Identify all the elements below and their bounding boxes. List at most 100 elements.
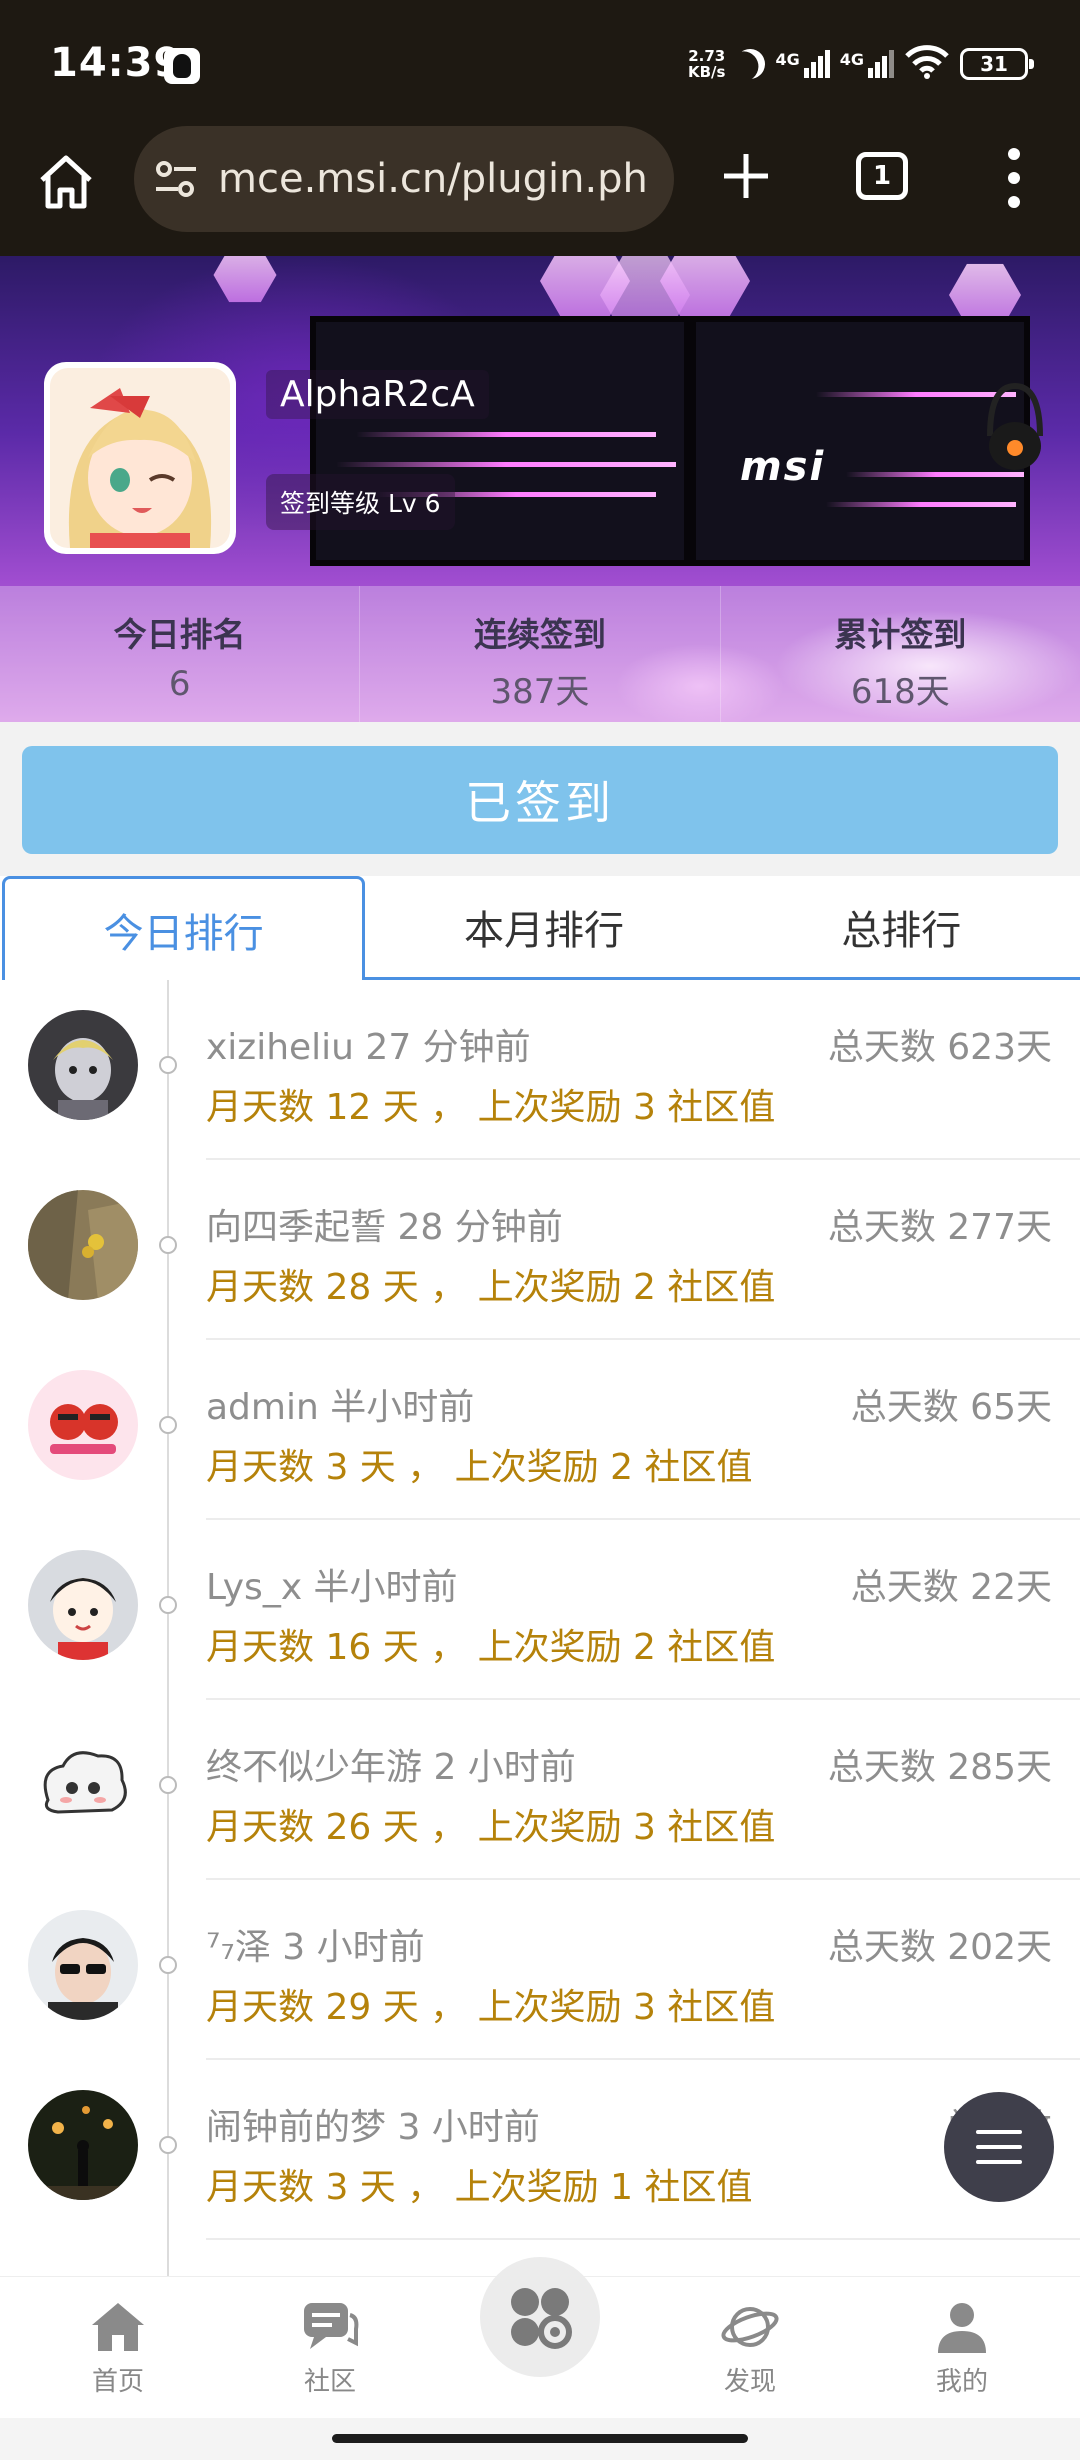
- qq-notification-icon: [164, 48, 200, 84]
- timeline-dot: [159, 1956, 177, 1974]
- list-item[interactable]: 闹钟前的梦 3 小时前 总天数 月天数 3 天 ， 上次奖励 1 社区值: [0, 2060, 1080, 2240]
- status-bar: 14:39 2.73 KB/s 4G 4G 31: [0, 0, 1080, 126]
- signal-icon-2: 4G: [840, 50, 894, 78]
- timeline-dot: [159, 1596, 177, 1614]
- new-tab-button[interactable]: [718, 148, 774, 204]
- nav-label: 社区: [303, 2367, 356, 2397]
- stat-today-rank: 今日排名 6: [0, 586, 361, 722]
- site-settings-icon[interactable]: [154, 159, 198, 199]
- row-name-time: 闹钟前的梦 3 小时前: [206, 2107, 540, 2148]
- stat-label: 累计签到: [834, 615, 967, 654]
- avatar[interactable]: [28, 1010, 138, 1120]
- row-month-reward: 月天数 3 天 ， 上次奖励 2 社区值: [206, 1447, 753, 1488]
- speed-unit: KB/s: [688, 63, 726, 81]
- network-type-1: 4G: [775, 50, 800, 69]
- list-item[interactable]: Lys_x 半小时前 总天数 22天 月天数 16 天 ， 上次奖励 2 社区值: [0, 1520, 1080, 1700]
- plus-icon: [724, 154, 768, 198]
- stat-value: 387天: [490, 672, 590, 712]
- divider: [206, 2238, 1080, 2240]
- network-speed: 2.73 KB/s: [688, 48, 725, 80]
- home-icon: [40, 155, 92, 209]
- row-month-reward: 月天数 26 天 ， 上次奖励 3 社区值: [206, 1807, 776, 1848]
- row-month-reward: 月天数 28 天 ， 上次奖励 2 社区值: [206, 1267, 776, 1308]
- nav-label: 我的: [935, 2367, 988, 2397]
- row-month-reward: 月天数 29 天 ， 上次奖励 3 社区值: [206, 1987, 776, 2028]
- row-total-days: 总天数 202天: [827, 1927, 1052, 1968]
- signed-in-button[interactable]: 已签到: [22, 746, 1058, 854]
- address-bar[interactable]: mce.msi.cn/plugin.ph: [134, 126, 674, 232]
- list-item[interactable]: admin 半小时前 总天数 65天 月天数 3 天 ， 上次奖励 2 社区值: [0, 1340, 1080, 1520]
- msi-logo: msi: [740, 444, 826, 490]
- home-icon: [92, 2303, 144, 2351]
- user-icon: [938, 2303, 986, 2353]
- avatar[interactable]: [28, 1730, 138, 1840]
- list-item[interactable]: 向四季起誓 28 分钟前 总天数 277天 月天数 28 天 ， 上次奖励 2 …: [0, 1160, 1080, 1340]
- row-total-days: 总天数 285天: [827, 1747, 1052, 1788]
- avatar[interactable]: [28, 1910, 138, 2020]
- stat-label: 今日排名: [113, 615, 246, 654]
- stat-value: 6: [168, 664, 191, 704]
- nav-label: 发现: [723, 2367, 776, 2397]
- chat-icon: [304, 2303, 359, 2349]
- bottom-navigation: 首页 社区 发现 我的: [0, 2257, 1080, 2418]
- do-not-disturb-icon: [731, 45, 769, 83]
- nav-community[interactable]: 社区: [270, 2299, 390, 2398]
- stat-consecutive: 连续签到 387天: [360, 586, 721, 722]
- nav-discover[interactable]: 发现: [690, 2299, 810, 2398]
- signal-icon: 4G: [775, 50, 830, 78]
- list-item[interactable]: 终不似少年游 2 小时前 总天数 285天 月天数 26 天 ， 上次奖励 3 …: [0, 1700, 1080, 1880]
- nav-profile[interactable]: 我的: [902, 2299, 1022, 2398]
- browser-toolbar: mce.msi.cn/plugin.ph 1: [0, 126, 1080, 256]
- nav-apps[interactable]: [480, 2257, 600, 2377]
- stat-value: 618天: [850, 672, 950, 712]
- profile-banner: msi AlphaR2cA 签到等级 Lv 6 今日排名 6 连续签到 387天…: [0, 256, 1080, 722]
- planet-icon: [721, 2307, 779, 2347]
- row-name-time: admin 半小时前: [206, 1387, 475, 1428]
- status-time: 14:39: [50, 40, 183, 86]
- gesture-bar: [0, 2418, 1080, 2460]
- list-item[interactable]: ⁷₇泽 3 小时前 总天数 202天 月天数 29 天 ， 上次奖励 3 社区值: [0, 1880, 1080, 2060]
- browser-home-button[interactable]: [34, 150, 98, 214]
- tab-month[interactable]: 本月排行: [365, 876, 723, 980]
- timeline-dot: [159, 1056, 177, 1074]
- nav-home[interactable]: 首页: [58, 2299, 178, 2398]
- username: AlphaR2cA: [266, 370, 489, 419]
- apps-icon: [511, 2288, 572, 2349]
- headphone-decoration: [987, 382, 1043, 470]
- network-type-2: 4G: [839, 50, 864, 69]
- timeline-dot: [159, 1236, 177, 1254]
- row-month-reward: 月天数 16 天 ， 上次奖励 2 社区值: [206, 1627, 776, 1668]
- row-name-time: 终不似少年游 2 小时前: [206, 1747, 576, 1788]
- row-total-days: 总天数 623天: [827, 1027, 1052, 1068]
- url-text[interactable]: mce.msi.cn/plugin.ph: [218, 156, 658, 202]
- timeline-dot: [159, 1416, 177, 1434]
- row-name-time: 向四季起誓 28 分钟前: [206, 1207, 563, 1248]
- status-indicators: 2.73 KB/s 4G 4G 31: [688, 44, 1034, 85]
- row-name-time: ⁷₇泽 3 小时前: [206, 1927, 425, 1968]
- avatar[interactable]: [28, 1190, 138, 1300]
- user-avatar[interactable]: [44, 362, 236, 554]
- ranking-list: xiziheliu 27 分钟前 总天数 623天 月天数 12 天 ， 上次奖…: [0, 980, 1080, 2276]
- signin-stats: 今日排名 6 连续签到 387天 累计签到 618天: [0, 586, 1080, 722]
- floating-menu-button[interactable]: [944, 2092, 1054, 2202]
- tab-switcher-button[interactable]: 1: [856, 152, 908, 200]
- speed-value: 2.73: [688, 47, 726, 65]
- row-total-days: 总天数 22天: [850, 1567, 1052, 1608]
- tab-today[interactable]: 今日排行: [2, 876, 366, 980]
- stat-total: 累计签到 618天: [721, 586, 1080, 722]
- row-name-time: xiziheliu 27 分钟前: [206, 1027, 531, 1068]
- browser-menu-button[interactable]: [1000, 148, 1028, 208]
- signin-level: 签到等级 Lv 6: [266, 474, 455, 530]
- avatar[interactable]: [28, 1370, 138, 1480]
- timeline-dot: [159, 2136, 177, 2154]
- row-month-reward: 月天数 3 天 ， 上次奖励 1 社区值: [206, 2167, 753, 2208]
- battery-icon: 31: [960, 48, 1034, 80]
- wifi-icon: [904, 44, 950, 85]
- list-item[interactable]: xiziheliu 27 分钟前 总天数 623天 月天数 12 天 ， 上次奖…: [0, 980, 1080, 1160]
- row-total-days: 总天数 65天: [850, 1387, 1052, 1428]
- anime-avatar-image: [50, 368, 230, 548]
- avatar[interactable]: [28, 1550, 138, 1660]
- tab-total[interactable]: 总排行: [722, 876, 1080, 980]
- home-indicator[interactable]: [332, 2434, 748, 2443]
- avatar[interactable]: [28, 2090, 138, 2200]
